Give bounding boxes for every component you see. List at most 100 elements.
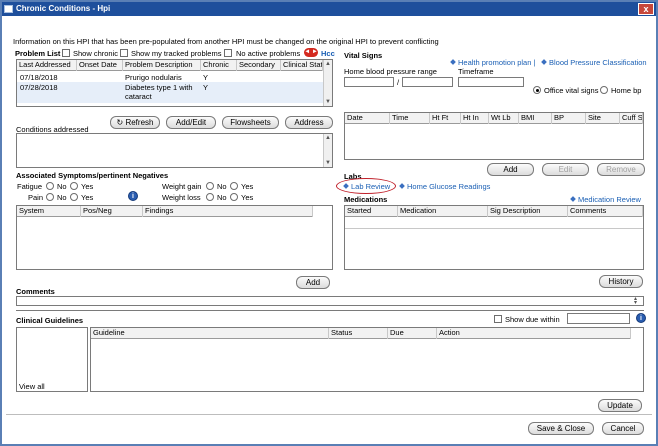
scroll-down-icon[interactable]: ▼ xyxy=(325,99,331,105)
guidelines-category-list[interactable]: View all xyxy=(16,327,88,392)
vital-signs-title: Vital Signs xyxy=(344,51,383,60)
col-system[interactable]: System xyxy=(17,206,81,217)
weight-gain-no-label: No xyxy=(217,182,227,191)
pain-yes-radio[interactable] xyxy=(70,193,78,201)
add-edit-button[interactable]: Add/Edit xyxy=(166,116,216,129)
show-tracked-checkbox[interactable] xyxy=(120,49,128,57)
col-bmi[interactable]: BMI xyxy=(519,113,552,124)
timeframe-input[interactable] xyxy=(458,77,524,87)
comments-spin-icon[interactable]: ▴ ▾ xyxy=(634,296,642,306)
symptoms-title: Associated Symptoms/pertinent Negatives xyxy=(16,171,169,180)
conditions-scrollbar[interactable]: ▲ ▼ xyxy=(323,134,332,167)
col-due[interactable]: Due xyxy=(388,328,437,339)
pain-no-label: No xyxy=(57,193,67,202)
weight-gain-yes-label: Yes xyxy=(241,182,254,191)
problem-list-header: Last Addressed Onset Date Problem Descri… xyxy=(17,60,323,71)
close-button[interactable]: x xyxy=(638,3,654,15)
guidelines-info-icon[interactable]: i xyxy=(636,313,646,323)
save-close-button[interactable]: Save & Close xyxy=(528,422,594,435)
col-ht-ft[interactable]: Ht Ft xyxy=(430,113,461,124)
health-promotion-link[interactable]: Health promotion plan | xyxy=(450,58,535,67)
col-last-addressed[interactable]: Last Addressed xyxy=(17,60,77,71)
col-site[interactable]: Site xyxy=(586,113,620,124)
col-status[interactable]: Status xyxy=(329,328,388,339)
home-bp-diastolic-input[interactable] xyxy=(402,77,453,87)
comments-field[interactable]: ▴ ▾ xyxy=(16,296,644,306)
problem-list-scrollbar[interactable]: ▲ ▼ xyxy=(323,60,332,106)
col-medication[interactable]: Medication xyxy=(398,206,488,217)
col-secondary[interactable]: Secondary xyxy=(237,60,281,71)
flowsheets-button[interactable]: Flowsheets xyxy=(222,116,279,129)
col-onset-date[interactable]: Onset Date xyxy=(77,60,123,71)
col-cuff-size[interactable]: Cuff Si xyxy=(620,113,643,124)
address-button[interactable]: Address xyxy=(285,116,333,129)
fatigue-yes-label: Yes xyxy=(81,182,94,191)
diamond-icon xyxy=(450,59,456,65)
vitals-header: Date Time Ht Ft Ht In Wt Lb BMI BP Site … xyxy=(345,113,643,124)
show-due-checkbox[interactable] xyxy=(494,315,502,323)
weight-loss-no-radio[interactable] xyxy=(206,193,214,201)
col-problem-description[interactable]: Problem Description xyxy=(123,60,201,71)
home-bp-radio[interactable] xyxy=(600,86,608,94)
diamond-icon xyxy=(399,183,405,189)
medications-table: Started Medication Sig Description Comme… xyxy=(344,205,644,270)
col-chronic[interactable]: Chronic xyxy=(201,60,237,71)
no-active-label: No active problems xyxy=(236,49,301,58)
col-action[interactable]: Action xyxy=(437,328,631,339)
history-button[interactable]: History xyxy=(599,275,643,288)
col-sig-description[interactable]: Sig Description xyxy=(488,206,568,217)
scroll-up-icon[interactable]: ▲ xyxy=(325,135,331,141)
add-symptoms-button[interactable]: Add xyxy=(296,276,330,289)
pain-label: Pain xyxy=(28,193,44,202)
office-vitals-radio[interactable] xyxy=(533,86,541,94)
weight-gain-yes-radio[interactable] xyxy=(230,182,238,190)
vitals-add-button[interactable]: Add xyxy=(487,163,534,176)
fatigue-no-radio[interactable] xyxy=(46,182,54,190)
col-started[interactable]: Started xyxy=(345,206,398,217)
scroll-down-icon[interactable]: ▼ xyxy=(325,160,331,166)
row-divider xyxy=(345,228,643,229)
guidelines-table: Guideline Status Due Action xyxy=(90,327,644,392)
medications-title: Medications xyxy=(344,195,388,204)
show-due-label: Show due within xyxy=(505,315,560,324)
show-chronic-checkbox[interactable] xyxy=(62,49,70,57)
vitals-remove-button[interactable]: Remove xyxy=(597,163,645,176)
col-ht-in[interactable]: Ht In xyxy=(461,113,489,124)
show-due-input[interactable] xyxy=(567,313,630,324)
weight-loss-yes-radio[interactable] xyxy=(230,193,238,201)
no-active-checkbox[interactable] xyxy=(224,49,232,57)
fatigue-yes-radio[interactable] xyxy=(70,182,78,190)
symptoms-info-icon[interactable]: i xyxy=(128,191,138,201)
home-glucose-label: Home Glucose Readings xyxy=(407,182,491,191)
home-glucose-link[interactable]: Home Glucose Readings xyxy=(399,182,491,191)
col-findings[interactable]: Findings xyxy=(143,206,313,217)
bp-classification-link[interactable]: Blood Pressure Classification xyxy=(541,58,647,67)
timeframe-label: Timeframe xyxy=(458,67,494,76)
col-bp[interactable]: BP xyxy=(552,113,586,124)
col-time[interactable]: Time xyxy=(390,113,430,124)
col-clinical-status[interactable]: Clinical Stat xyxy=(281,60,323,71)
hcc-link[interactable]: Hcc xyxy=(321,49,335,58)
navigation-badge[interactable]: ◄ ► xyxy=(304,48,318,57)
vitals-edit-button[interactable]: Edit xyxy=(542,163,589,176)
show-tracked-label: Show my tracked problems xyxy=(131,49,222,58)
weight-gain-no-radio[interactable] xyxy=(206,182,214,190)
table-row[interactable]: 07/28/2018 Diabetes type 1 with cataract… xyxy=(17,82,323,103)
home-bp-systolic-input[interactable] xyxy=(344,77,394,87)
cancel-button[interactable]: Cancel xyxy=(602,422,644,435)
col-pos-neg[interactable]: Pos/Neg xyxy=(81,206,143,217)
col-date[interactable]: Date xyxy=(345,113,390,124)
col-comments[interactable]: Comments xyxy=(568,206,643,217)
row-description-cont: cataract xyxy=(125,92,152,101)
col-guideline[interactable]: Guideline xyxy=(91,328,329,339)
scroll-up-icon[interactable]: ▲ xyxy=(325,61,331,67)
medication-review-link[interactable]: Medication Review xyxy=(570,195,641,204)
pain-no-radio[interactable] xyxy=(46,193,54,201)
view-all-item[interactable]: View all xyxy=(19,382,45,391)
conditions-addressed-field[interactable]: ▲ ▼ xyxy=(16,133,333,168)
col-wt-lb[interactable]: Wt Lb xyxy=(489,113,519,124)
title-bar: Chronic Conditions - Hpi x xyxy=(2,2,656,16)
bp-slash: / xyxy=(397,78,400,87)
refresh-button[interactable]: ↻ Refresh xyxy=(110,116,160,129)
update-button[interactable]: Update xyxy=(598,399,642,412)
